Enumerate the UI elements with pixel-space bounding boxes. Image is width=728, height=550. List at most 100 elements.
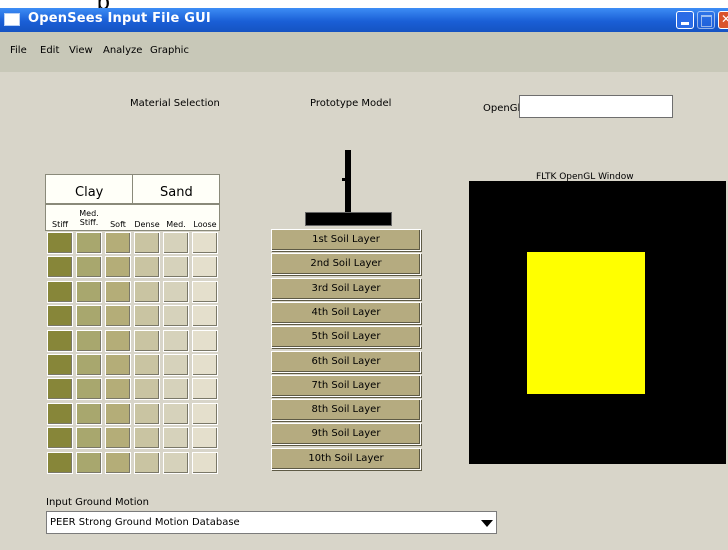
pile-notch (342, 178, 345, 181)
menu-edit[interactable]: Edit (40, 45, 59, 56)
material-cell[interactable] (134, 280, 160, 303)
soil-layer-button[interactable]: 8th Soil Layer (271, 399, 421, 422)
material-cell[interactable] (105, 402, 131, 425)
material-cell[interactable] (163, 451, 189, 474)
material-cell[interactable] (192, 378, 218, 401)
window-icon (4, 13, 20, 26)
material-cell[interactable] (47, 451, 73, 474)
material-cell[interactable] (134, 232, 160, 254)
material-cell[interactable] (192, 329, 218, 352)
soil-layer-button[interactable]: 2nd Soil Layer (271, 253, 421, 276)
soil-layer-button[interactable]: 10th Soil Layer (271, 447, 421, 470)
close-icon[interactable] (718, 11, 728, 29)
material-cell[interactable] (163, 232, 189, 254)
material-cell[interactable] (105, 280, 131, 303)
cropped-caption: p (96, 0, 110, 8)
material-cell[interactable] (47, 232, 73, 254)
material-cell[interactable] (134, 378, 160, 401)
material-cell[interactable] (47, 329, 73, 352)
material-cell[interactable] (163, 378, 189, 401)
material-cell[interactable] (105, 451, 131, 474)
material-cell[interactable] (76, 427, 102, 450)
material-cell[interactable] (76, 256, 102, 279)
material-cell[interactable] (192, 354, 218, 376)
material-cell[interactable] (163, 402, 189, 425)
soil-layer-button[interactable]: 3rd Soil Layer (271, 277, 421, 300)
pile-cap-shape (305, 212, 392, 226)
maximize-icon[interactable] (697, 11, 715, 29)
menu-file[interactable]: File (10, 45, 27, 56)
material-cell[interactable] (192, 427, 218, 450)
material-cell[interactable] (76, 451, 102, 474)
material-cell[interactable] (134, 305, 160, 328)
material-cell[interactable] (47, 354, 73, 376)
material-cell[interactable] (105, 329, 131, 352)
group-divider (132, 174, 133, 204)
material-cell[interactable] (192, 451, 218, 474)
material-cell[interactable] (192, 402, 218, 425)
material-cell[interactable] (163, 354, 189, 376)
ground-motion-select[interactable]: PEER Strong Ground Motion Database (46, 511, 497, 534)
menu-analyze[interactable]: Analyze (103, 45, 142, 56)
material-cell[interactable] (47, 305, 73, 328)
soil-layer-button[interactable]: 4th Soil Layer (271, 301, 421, 324)
material-cell[interactable] (134, 402, 160, 425)
material-cell[interactable] (47, 280, 73, 303)
material-cell[interactable] (105, 378, 131, 401)
material-cell[interactable] (134, 354, 160, 376)
minimize-icon[interactable] (676, 11, 694, 29)
dropdown-arrow-icon[interactable] (481, 520, 493, 527)
material-cell[interactable] (134, 329, 160, 352)
material-cell[interactable] (47, 256, 73, 279)
soil-layer-button[interactable]: 1st Soil Layer (271, 229, 421, 251)
material-cell[interactable] (163, 280, 189, 303)
material-cell[interactable] (47, 402, 73, 425)
material-cell[interactable] (105, 354, 131, 376)
material-cell[interactable] (134, 427, 160, 450)
material-cell[interactable] (47, 378, 73, 401)
group-clay-label: Clay (75, 185, 104, 200)
material-column-label: Med. (166, 220, 186, 229)
material-cell[interactable] (192, 280, 218, 303)
pile-shape (345, 150, 351, 212)
soil-layer-button[interactable]: 9th Soil Layer (271, 423, 421, 446)
material-cell[interactable] (76, 232, 102, 254)
material-cell[interactable] (76, 354, 102, 376)
material-cell[interactable] (134, 451, 160, 474)
soil-layer-button[interactable]: 5th Soil Layer (271, 326, 421, 349)
soil-layer-button[interactable]: 6th Soil Layer (271, 350, 421, 373)
material-column-label: Stiff (52, 220, 68, 229)
input-ground-motion-label: Input Ground Motion (46, 497, 149, 508)
yellow-rectangle-shape (527, 252, 645, 394)
material-column-label: Loose (193, 220, 217, 229)
material-cell[interactable] (105, 427, 131, 450)
material-cell[interactable] (47, 427, 73, 450)
material-cell[interactable] (163, 329, 189, 352)
material-cell[interactable] (76, 402, 102, 425)
window-title: OpenSees Input File GUI (28, 11, 211, 26)
opengl-input[interactable] (519, 95, 673, 118)
material-cell[interactable] (76, 378, 102, 401)
material-cell[interactable] (163, 256, 189, 279)
material-cell[interactable] (192, 305, 218, 328)
material-column-label: Dense (134, 220, 160, 229)
material-cell[interactable] (134, 256, 160, 279)
material-cell[interactable] (105, 232, 131, 254)
material-cell[interactable] (192, 256, 218, 279)
material-cell[interactable] (192, 232, 218, 254)
group-sand-label: Sand (160, 185, 193, 200)
ground-motion-selected: PEER Strong Ground Motion Database (50, 517, 240, 528)
material-selection-label: Material Selection (130, 98, 220, 109)
material-cell[interactable] (76, 280, 102, 303)
menu-view[interactable]: View (69, 45, 93, 56)
material-column-label: Med. Stiff. (79, 209, 99, 227)
material-cell[interactable] (76, 329, 102, 352)
material-cell[interactable] (105, 305, 131, 328)
material-cell[interactable] (163, 427, 189, 450)
soil-layer-button[interactable]: 7th Soil Layer (271, 374, 421, 397)
material-cell[interactable] (76, 305, 102, 328)
menu-graphic[interactable]: Graphic (150, 45, 189, 56)
material-cell[interactable] (163, 305, 189, 328)
prototype-model-label: Prototype Model (310, 98, 392, 109)
material-cell[interactable] (105, 256, 131, 279)
